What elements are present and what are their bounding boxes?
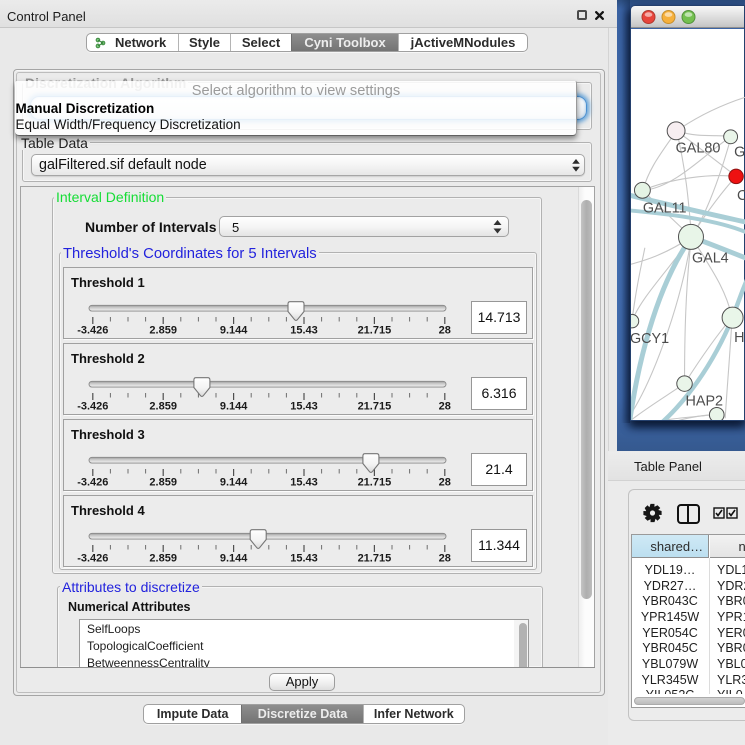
svg-text:GAL4: GAL4 — [692, 251, 729, 267]
svg-text:21.715: 21.715 — [358, 553, 392, 565]
svg-text:28: 28 — [439, 553, 451, 565]
svg-text:GAL80: GAL80 — [676, 141, 721, 157]
svg-text:28: 28 — [439, 401, 451, 413]
svg-text:21.715: 21.715 — [358, 401, 392, 413]
svg-text:-3.426: -3.426 — [77, 553, 108, 565]
svg-text:21.715: 21.715 — [358, 325, 392, 337]
svg-text:9.144: 9.144 — [220, 553, 248, 565]
svg-text:-3.426: -3.426 — [77, 477, 108, 489]
svg-text:2.859: 2.859 — [149, 553, 177, 565]
svg-text:15.43: 15.43 — [290, 401, 318, 413]
svg-text:-3.426: -3.426 — [77, 325, 108, 337]
svg-text:15.43: 15.43 — [290, 477, 318, 489]
svg-text:2.859: 2.859 — [149, 477, 177, 489]
svg-text:GAL11: GAL11 — [643, 201, 687, 217]
svg-text:9.144: 9.144 — [220, 401, 248, 413]
svg-text:15.43: 15.43 — [290, 325, 318, 337]
svg-text:9.144: 9.144 — [220, 477, 248, 489]
svg-text:2.859: 2.859 — [149, 401, 177, 413]
svg-text:2.859: 2.859 — [149, 325, 177, 337]
svg-text:GA: GA — [734, 145, 745, 161]
svg-text:-3.426: -3.426 — [77, 401, 108, 413]
svg-text:GCY1: GCY1 — [631, 331, 669, 347]
svg-text:HAP2: HAP2 — [686, 393, 724, 409]
svg-text:H: H — [734, 330, 744, 346]
svg-text:C: C — [737, 188, 745, 204]
svg-text:28: 28 — [439, 325, 451, 337]
svg-text:15.43: 15.43 — [290, 553, 318, 565]
svg-text:28: 28 — [439, 477, 451, 489]
svg-text:9.144: 9.144 — [220, 325, 248, 337]
svg-text:21.715: 21.715 — [358, 477, 392, 489]
